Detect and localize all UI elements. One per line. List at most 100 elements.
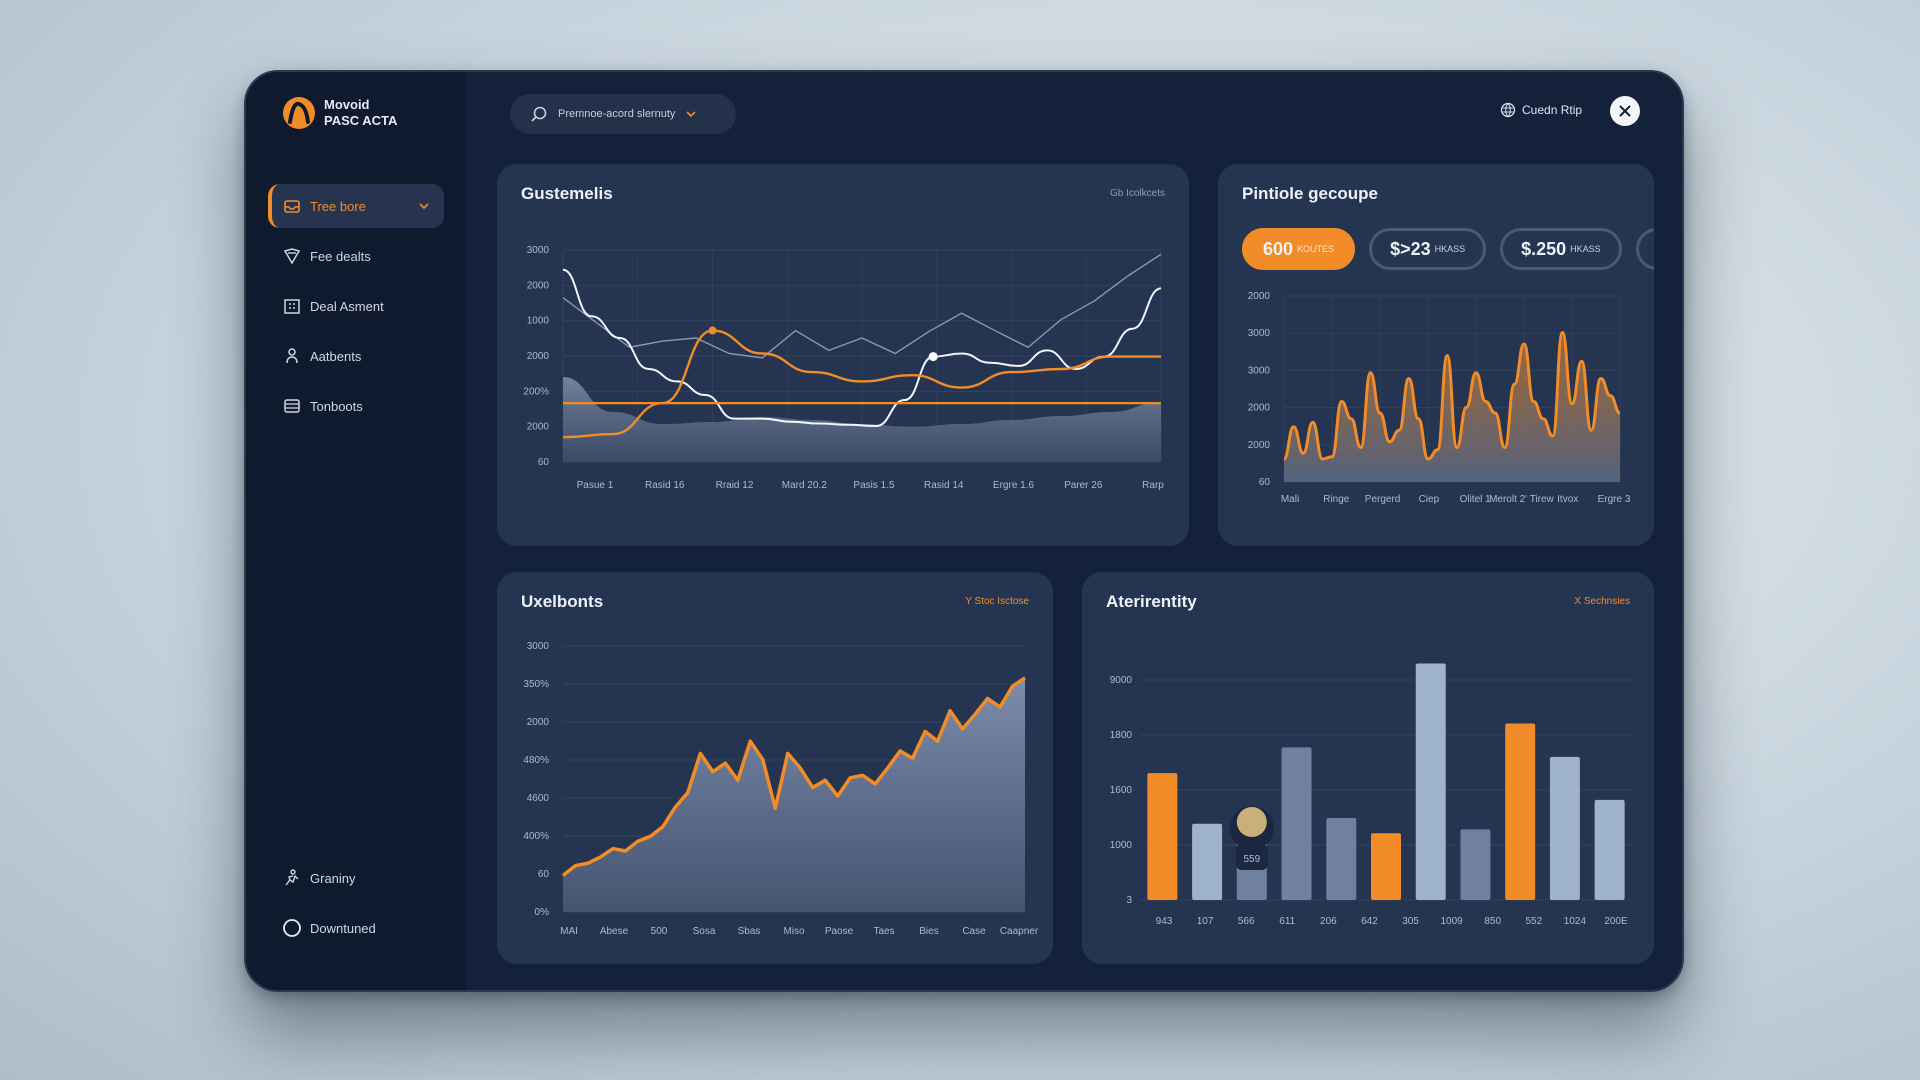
x-tick-label: Rasid 14	[924, 480, 964, 491]
metric-pills: 600KOUTES $>23HKASS $.250HKASS $	[1242, 228, 1654, 270]
metric-pill[interactable]: $>23 HKASS	[1369, 228, 1487, 270]
stack-icon	[284, 399, 300, 413]
y-tick-label: 2000	[1248, 291, 1271, 302]
y-tick-label: 2000	[1248, 403, 1271, 414]
x-tick-label: Olitel 1	[1460, 494, 1492, 505]
x-tick-label: 305	[1402, 916, 1419, 927]
marker-label: 559	[1243, 854, 1260, 865]
x-tick-label: Mard 20.2	[782, 480, 827, 491]
x-tick-label: 107	[1197, 916, 1214, 927]
chevron-down-icon	[419, 203, 429, 210]
sidebar-item-label: Graniny	[310, 870, 356, 886]
y-tick-label: 3000	[1248, 328, 1271, 339]
circle-icon	[283, 919, 301, 937]
y-tick-label: 2000	[527, 351, 550, 362]
bar	[1594, 799, 1625, 900]
metric-pill-value: 600	[1263, 238, 1294, 259]
x-tick-label: Ciep	[1419, 494, 1440, 505]
customers-panel: Gustemelis Gb Icolkcets 3000 2000 1000 2000…	[497, 164, 1189, 546]
sidebar-item-label: Deal Asment	[310, 298, 384, 314]
brand-name-line1: Movoid	[324, 97, 370, 112]
x-tick-label: 500	[651, 926, 668, 937]
x-tick-label: 850	[1484, 916, 1501, 927]
sidebar-item-aatbents[interactable]: Aatbents	[268, 334, 444, 378]
bar	[1281, 747, 1312, 900]
bar	[1549, 756, 1580, 900]
metric-pill-value: $>23	[1390, 238, 1431, 259]
brand-name-line2: PASC ACTA	[324, 113, 398, 128]
sidebar-item-tree-bore[interactable]: Tree bore	[268, 184, 444, 228]
panel-link[interactable]: Y Stoc Isctose	[965, 596, 1029, 607]
y-tick-label: 2000	[527, 280, 550, 291]
y-tick-label: 1000	[527, 316, 550, 327]
bar	[1460, 829, 1491, 900]
user-icon	[286, 348, 298, 364]
x-tick-label: 200E	[1604, 916, 1628, 927]
brand-logo-icon	[283, 97, 315, 129]
sidebar-item-graniny[interactable]: Graniny	[268, 856, 444, 900]
customers-line-chart: 3000 2000 1000 2000 200% 2000 60 Pasue 1 Rasid 1…	[523, 245, 1164, 491]
activity-bar-chart: 9000 1800 1600 1000 3 559 943 107 566 611 206 642 30…	[1110, 663, 1632, 927]
account-menu[interactable]: Cuedn Rtip	[1500, 102, 1582, 118]
x-tick-label: Ringe	[1323, 494, 1350, 505]
y-tick-label: 0%	[535, 907, 550, 918]
sidebar: Movoid PASC ACTA Tree bore Fee dealts De…	[246, 72, 466, 990]
x-tick-label: 552	[1525, 916, 1542, 927]
uxelbonts-panel: Uxelbonts Y Stoc Isctose 3000 350% 2000 480…	[497, 572, 1053, 964]
y-tick-label: 350%	[523, 679, 549, 690]
marker-knob-face	[1236, 807, 1267, 837]
panel-title: Uxelbonts	[521, 592, 604, 611]
series-area	[563, 677, 1025, 912]
data-point	[708, 326, 717, 335]
globe-icon	[1500, 102, 1516, 118]
x-tick-label: Pergerd	[1365, 494, 1401, 505]
x-tick-label: Miso	[783, 926, 805, 937]
metric-pill[interactable]: $	[1635, 228, 1654, 270]
y-tick-label: 3	[1126, 895, 1132, 906]
x-tick-label: 611	[1279, 916, 1295, 927]
x-tick-label: Sosa	[693, 926, 716, 937]
y-tick-label: 1800	[1110, 730, 1133, 741]
workspace-selector-label: Premnoe-acord slernuty	[558, 108, 676, 120]
sidebar-item-label: Tree bore	[310, 198, 366, 214]
panel-title: Aterirentity	[1106, 592, 1197, 611]
bar	[1505, 723, 1536, 900]
metric-pill[interactable]: $.250 HKASS	[1500, 228, 1622, 270]
y-tick-label: 1600	[1110, 785, 1133, 796]
x-tick-label: 943	[1156, 916, 1173, 927]
x-tick-label: MAI	[560, 926, 578, 937]
x-tick-label: 642	[1361, 916, 1378, 927]
sidebar-item-downtuned[interactable]: Downtuned	[268, 906, 444, 950]
metric-pill-unit: HKASS	[1434, 244, 1466, 254]
sidebar-bottom-nav: Graniny Downtuned	[268, 856, 444, 956]
x-tick-label: Merolt 2' Tirew	[1489, 494, 1554, 505]
panel-link[interactable]: Gb Icolkcets	[1110, 188, 1165, 199]
close-icon	[1619, 105, 1631, 117]
x-tick-label: Parer 26	[1064, 480, 1103, 491]
panel-link[interactable]: X Sechnsies	[1574, 596, 1630, 607]
account-label: Cuedn Rtip	[1522, 103, 1583, 117]
sidebar-item-fee-dealts[interactable]: Fee dealts	[268, 234, 444, 278]
sidebar-item-deal-asment[interactable]: Deal Asment	[268, 284, 444, 328]
y-tick-label: 2000	[527, 717, 550, 728]
workspace-selector[interactable]: Premnoe-acord slernuty	[510, 94, 736, 134]
x-tick-label: Ergre 3	[1598, 494, 1631, 505]
sidebar-item-tonboots[interactable]: Tonboots	[268, 384, 444, 428]
profile-panel: Pintiole gecoupe 600 KOUTES $>23 HKASS $.2…	[1218, 164, 1654, 546]
y-tick-label: 3000	[1248, 365, 1271, 376]
search-icon	[531, 106, 547, 122]
x-tick-label: Caapner	[1000, 926, 1039, 937]
y-tick-label: 3000	[527, 641, 550, 652]
activity-panel: Aterirentity X Sechnsies 9000 1800 1600 100…	[1082, 572, 1654, 964]
close-button[interactable]	[1610, 96, 1640, 126]
inbox-icon	[284, 200, 300, 213]
x-tick-label: Rasid 16	[645, 480, 685, 491]
bar	[1415, 663, 1446, 900]
bar	[1326, 817, 1357, 900]
metric-pill[interactable]: 600 KOUTES	[1242, 228, 1356, 270]
brand[interactable]: Movoid PASC ACTA	[282, 96, 397, 130]
x-tick-label: Pasis 1.5	[853, 480, 895, 491]
sidebar-item-label: Fee dealts	[310, 248, 371, 264]
x-tick-label: Sbas	[738, 926, 761, 937]
metric-pill-value: $.250	[1521, 238, 1567, 259]
